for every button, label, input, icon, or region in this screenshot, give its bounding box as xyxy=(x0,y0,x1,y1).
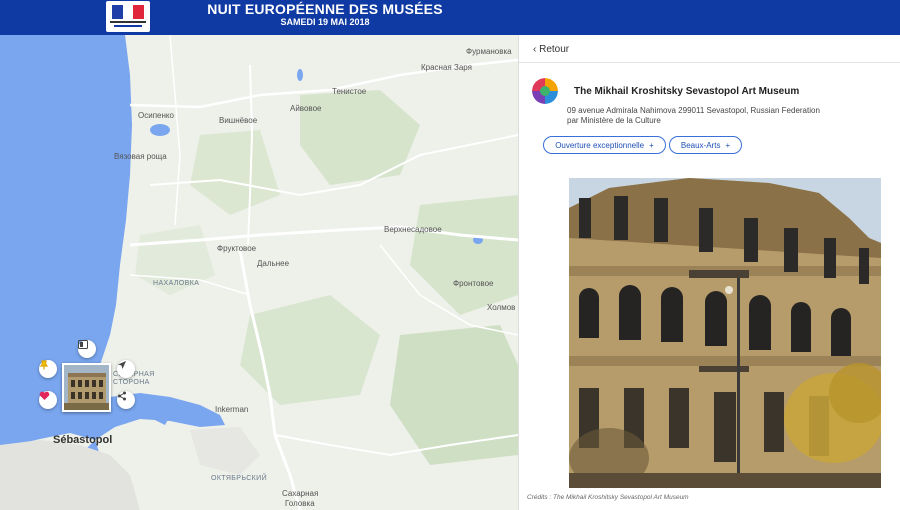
image-icon[interactable] xyxy=(78,340,96,358)
navigation-arrow-icon[interactable] xyxy=(117,360,135,378)
tag-ouverture-exceptionnelle[interactable]: Ouverture exceptionnelle + xyxy=(543,136,666,154)
photo-credits: Crédits : The Mikhail Kroshitsky Sevasto… xyxy=(527,494,689,501)
plus-icon: + xyxy=(649,140,654,150)
place-label: Верхнесадовое xyxy=(384,225,442,234)
place-label: Дальнее xyxy=(257,259,290,268)
header-bar: NUIT EUROPÉENNE DES MUSÉES SAMEDI 19 MAI… xyxy=(0,0,900,35)
museum-thumbnail-marker[interactable] xyxy=(62,363,111,412)
share-icon[interactable] xyxy=(117,391,135,409)
logo-text-line xyxy=(110,21,146,23)
city-label: Sébastopol xyxy=(53,434,113,446)
place-label: Головка xyxy=(285,499,315,508)
tag-beaux-arts[interactable]: Beaux-Arts + xyxy=(669,136,742,154)
place-label: СТОРОНА xyxy=(113,379,150,386)
museum-name: The Mikhail Kroshitsky Sevastopol Art Mu… xyxy=(574,86,800,97)
back-button[interactable]: ‹ Retour xyxy=(533,44,569,55)
place-label: НАХАЛОВКА xyxy=(153,280,200,287)
place-label: Фурмановка xyxy=(466,47,512,56)
organization-logo-icon xyxy=(532,78,558,104)
place-label: Фруктовое xyxy=(217,244,257,253)
museum-detail-panel: ‹ Retour The Mikhail Kroshitsky Sevastop… xyxy=(518,35,900,510)
pushpin-icon[interactable] xyxy=(39,360,57,378)
place-label: Тенистое xyxy=(332,87,367,96)
divider xyxy=(519,62,900,63)
heart-icon[interactable] xyxy=(39,391,57,409)
place-label: Айвовое xyxy=(290,104,322,113)
museum-photo xyxy=(569,178,881,488)
place-label: Осипенко xyxy=(138,111,174,120)
museum-address: 09 avenue Admirala Nahimova 299011 Sevas… xyxy=(567,106,820,115)
tag-label: Ouverture exceptionnelle xyxy=(555,140,645,150)
place-label: Красная Заря xyxy=(421,63,472,72)
organizer-name: Ministère de la Culture xyxy=(580,116,661,125)
plus-icon: + xyxy=(725,140,731,150)
place-label: Вязовая роща xyxy=(114,152,167,161)
place-label: Холмов xyxy=(487,303,516,312)
place-label: Сахарная xyxy=(282,489,319,498)
republique-francaise-logo-icon[interactable] xyxy=(106,1,150,32)
french-flag-icon xyxy=(112,5,145,19)
place-label: ОКТЯБРЬСКИЙ xyxy=(211,475,267,482)
by-prefix: par xyxy=(567,116,579,125)
place-label: Фронтовое xyxy=(453,279,494,288)
place-label: Inkerman xyxy=(215,405,249,414)
place-label: Вишнёвое xyxy=(219,116,258,125)
event-date: SAMEDI 19 MAI 2018 xyxy=(280,17,370,27)
logo-text-line xyxy=(114,25,142,27)
map-view[interactable]: Фурмановка Красная Заря Тенистое Осипенк… xyxy=(0,35,518,510)
organizer-line: par Ministère de la Culture xyxy=(567,116,661,125)
chevron-left-icon: ‹ xyxy=(533,44,537,55)
back-label: Retour xyxy=(539,44,570,55)
event-title: NUIT EUROPÉENNE DES MUSÉES xyxy=(207,1,443,17)
tag-label: Beaux-Arts xyxy=(680,140,721,150)
